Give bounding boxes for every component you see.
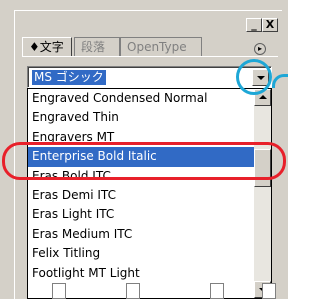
font-size-controls bbox=[30, 283, 278, 299]
close-button[interactable]: X bbox=[262, 18, 278, 32]
font-family-value[interactable]: MS ゴシック bbox=[32, 70, 106, 85]
leading-dropdown[interactable] bbox=[126, 283, 140, 299]
font-list-item[interactable]: Eras Medium ITC bbox=[28, 225, 254, 244]
panel-tabs: ♦文字 段落 OpenType bbox=[22, 37, 278, 57]
tracking-dropdown[interactable] bbox=[210, 283, 224, 299]
tab-opentype[interactable]: OpenType bbox=[120, 37, 202, 56]
tab-divider bbox=[22, 56, 278, 57]
panel-menu-icon[interactable]: ▸ bbox=[254, 43, 266, 55]
minimize-button[interactable]: _ bbox=[246, 18, 262, 32]
font-list-dropdown[interactable]: Engraved Condensed Normal Engraved Thin En… bbox=[27, 88, 272, 299]
font-list-item[interactable]: Footlight MT Light bbox=[28, 264, 254, 283]
arrow-up-icon bbox=[259, 95, 267, 99]
tab-paragraph[interactable]: 段落 bbox=[74, 37, 120, 56]
font-list-item[interactable]: Felix Titling bbox=[28, 244, 254, 263]
font-list-item[interactable]: Eras Demi ITC bbox=[28, 186, 254, 205]
font-list-item[interactable]: Engraved Condensed Normal bbox=[28, 89, 254, 108]
kerning-dropdown[interactable] bbox=[262, 283, 276, 299]
tab-character[interactable]: ♦文字 bbox=[22, 37, 72, 56]
font-list-item[interactable]: Engraved Thin bbox=[28, 108, 254, 127]
font-list: Engraved Condensed Normal Engraved Thin En… bbox=[28, 89, 254, 283]
font-size-dropdown[interactable] bbox=[52, 283, 66, 299]
font-list-scrollbar[interactable] bbox=[254, 89, 271, 298]
dropdown-button-highlight-circle bbox=[236, 59, 272, 95]
selected-font-highlight-oval bbox=[2, 142, 286, 180]
font-list-item[interactable]: Eras Light ITC bbox=[28, 205, 254, 224]
